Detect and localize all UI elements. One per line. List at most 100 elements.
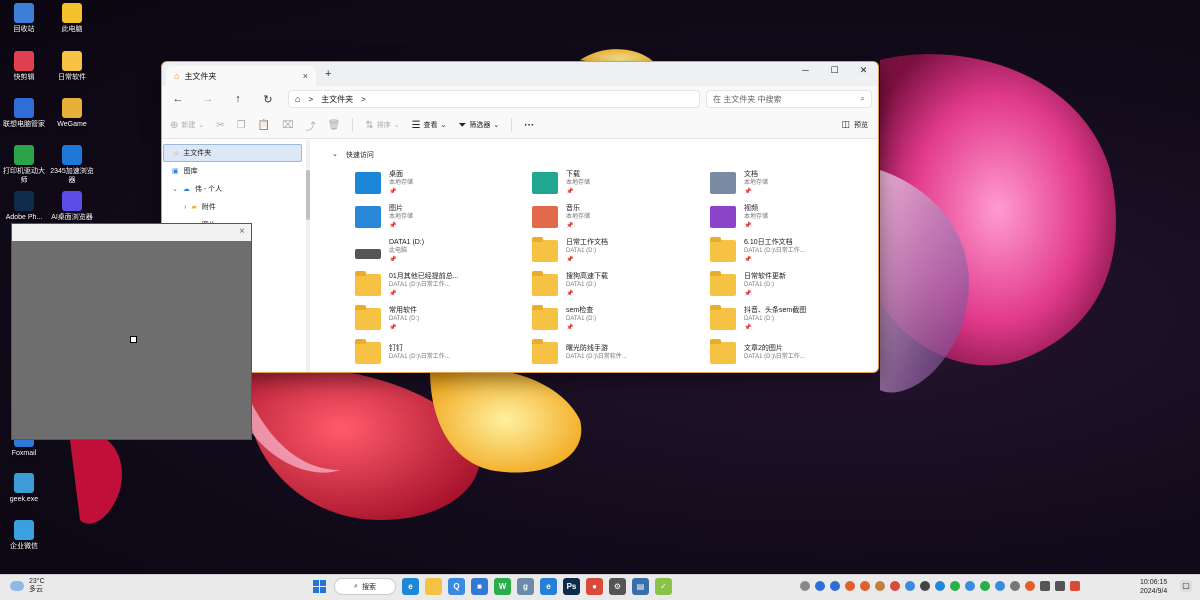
desktop-shortcut[interactable]: 联想电脑管家 <box>0 98 48 129</box>
chrome-icon[interactable]: ● <box>586 578 603 595</box>
close-tab-icon[interactable]: × <box>303 71 308 81</box>
blank-dialog-window[interactable]: × <box>11 223 252 440</box>
quick-access-item[interactable]: 曙光防线手游 DATA1 (D:)\日常软件... <box>532 338 692 368</box>
content-pane[interactable]: ⌄ 快速访问 桌面 本地存储 📌 下载 本地存储 📌 文档 本地存储 📌 图片 本地存储 📌 音乐 本地存… <box>310 140 878 372</box>
paste-button[interactable]: 📋 <box>258 120 270 131</box>
tray-icon[interactable] <box>830 581 840 591</box>
new-button[interactable]: ⊕ 新建 ⌄ <box>170 120 204 131</box>
rename-button[interactable]: ⌧ <box>282 120 294 131</box>
monitor-icon[interactable]: ▤ <box>632 578 649 595</box>
view-button[interactable]: ☰ 查看 ⌄ <box>412 120 447 131</box>
filter-button[interactable]: ⏷ 筛选器 ⌄ <box>458 120 499 131</box>
tray-icon[interactable] <box>995 581 1005 591</box>
maximize-button[interactable]: ☐ <box>820 62 849 78</box>
quick-access-item[interactable]: 常用软件 DATA1 (D:) 📌 <box>355 304 515 334</box>
quick-access-item[interactable]: 文章2的图片 DATA1 (D:)\日常工作... <box>710 338 870 368</box>
close-button[interactable]: ✕ <box>849 62 878 78</box>
back-button[interactable]: ← <box>170 93 186 105</box>
explorer-titlebar[interactable]: ⌂ 主文件夹 × + ─ ☐ ✕ <box>162 62 878 86</box>
file-explorer-window[interactable]: ⌂ 主文件夹 × + ─ ☐ ✕ ← → ↑ ↻ ⌂ > 主文件夹 > 在 主文… <box>161 61 879 373</box>
tray-icon[interactable] <box>815 581 825 591</box>
file-explorer-icon[interactable] <box>425 578 442 595</box>
tray-icon[interactable] <box>905 581 915 591</box>
browser-2345-icon[interactable]: e <box>540 578 557 595</box>
preview-button[interactable]: ◫ 预览 <box>841 119 868 130</box>
qq-browser-icon[interactable]: Q <box>448 578 465 595</box>
quick-access-header[interactable]: ⌄ 快速访问 <box>332 150 374 160</box>
sidebar-item[interactable]: ▣ 图库 <box>162 162 310 180</box>
desktop-shortcut[interactable]: 2345加速浏览器 <box>48 145 96 185</box>
quick-access-item[interactable]: 日常软件更新 DATA1 (D:) 📌 <box>710 270 870 300</box>
desktop-shortcut[interactable]: 日常软件 <box>48 51 96 82</box>
tab-home[interactable]: ⌂ 主文件夹 × <box>166 66 316 86</box>
quick-access-item[interactable]: 桌面 本地存储 📌 <box>355 168 515 198</box>
desktop-shortcut[interactable]: WeGame <box>48 98 96 129</box>
quick-access-item[interactable]: 6.10日工作文档 DATA1 (D:)\日常工作... 📌 <box>710 236 870 266</box>
volume-icon[interactable] <box>1055 581 1065 591</box>
tray-icon[interactable] <box>950 581 960 591</box>
tray-icon[interactable] <box>920 581 930 591</box>
new-tab-button[interactable]: + <box>325 68 331 80</box>
chevron-right-icon[interactable]: › <box>184 204 186 211</box>
quick-access-item[interactable]: 抖音、头条sem截图 DATA1 (D:) 📌 <box>710 304 870 334</box>
photoshop-icon[interactable]: Ps <box>563 578 580 595</box>
tray-icon[interactable] <box>965 581 975 591</box>
notes-icon[interactable]: ✓ <box>655 578 672 595</box>
quick-access-item[interactable]: 文档 本地存储 📌 <box>710 168 870 198</box>
desktop-shortcut[interactable]: 企业微信 <box>0 520 48 551</box>
quick-access-item[interactable]: 视频 本地存储 📌 <box>710 202 870 232</box>
sidebar-item[interactable]: ⌄ ☁ 伟 - 个人 <box>162 180 310 198</box>
quick-access-item[interactable]: 图片 本地存储 📌 <box>355 202 515 232</box>
search-input[interactable]: 在 主文件夹 中搜索 ⌕ <box>706 90 872 108</box>
up-button[interactable]: ↑ <box>230 93 246 105</box>
tray-icon[interactable] <box>890 581 900 591</box>
sidebar-item[interactable]: › ▰ 附件 <box>162 198 310 216</box>
minimize-button[interactable]: ─ <box>791 62 820 78</box>
tray-icon[interactable] <box>980 581 990 591</box>
edge-icon[interactable]: e <box>402 578 419 595</box>
breadcrumb-home[interactable]: 主文件夹 <box>321 94 353 105</box>
desktop-shortcut[interactable]: 回收站 <box>0 3 48 34</box>
sort-button[interactable]: ⇅ 排序 ⌄ <box>365 120 399 131</box>
clock[interactable]: 10:06:15 2024/9/4 <box>1140 578 1167 596</box>
tray-icon[interactable] <box>845 581 855 591</box>
tray-icon[interactable] <box>875 581 885 591</box>
quick-access-item[interactable]: 钉钉 DATA1 (D:)\日常工作... <box>355 338 515 368</box>
quick-access-item[interactable]: 下载 本地存储 📌 <box>532 168 692 198</box>
desktop-shortcut[interactable]: Adobe Ph... <box>0 191 48 222</box>
refresh-button[interactable]: ↻ <box>260 93 276 106</box>
wechat-icon[interactable]: W <box>494 578 511 595</box>
tray-icon[interactable] <box>800 581 810 591</box>
breadcrumb-chevron-icon[interactable]: > <box>361 95 366 104</box>
notification-icon[interactable]: ▢ <box>1180 580 1192 592</box>
quick-access-item[interactable]: sem检查 DATA1 (D:) 📌 <box>532 304 692 334</box>
desktop-shortcut[interactable]: AI桌面浏览器 <box>48 191 96 222</box>
copy-button[interactable]: ❐ <box>237 120 246 131</box>
weather-widget[interactable]: 23°C 多云 <box>8 578 45 594</box>
quick-access-item[interactable]: 日常工作文档 DATA1 (D:) 📌 <box>532 236 692 266</box>
desktop-shortcut[interactable]: 快剪辑 <box>0 51 48 82</box>
start-button[interactable] <box>311 578 328 595</box>
tray-icon[interactable] <box>1025 581 1035 591</box>
tray-icon[interactable] <box>860 581 870 591</box>
ime-icon[interactable] <box>1070 581 1080 591</box>
settings-icon[interactable]: ⚙ <box>609 578 626 595</box>
geek-icon[interactable]: g <box>517 578 534 595</box>
chevron-down-icon[interactable]: ⌄ <box>172 185 178 193</box>
delete-button[interactable]: 🗑 <box>328 120 341 131</box>
share-button[interactable]: ⤴ <box>306 118 316 133</box>
desktop-shortcut[interactable]: 打印机驱动大师 <box>0 145 48 185</box>
quick-access-item[interactable]: 音乐 本地存储 📌 <box>532 202 692 232</box>
quick-access-item[interactable]: 搜狗高速下载 DATA1 (D:) 📌 <box>532 270 692 300</box>
taskbar-search[interactable]: ⌕ 搜索 <box>334 578 396 595</box>
quick-access-item[interactable]: DATA1 (D:) 此电脑 📌 <box>355 236 515 266</box>
more-button[interactable]: ··· <box>524 120 534 131</box>
tray-icon[interactable] <box>935 581 945 591</box>
store-icon[interactable]: ■ <box>471 578 488 595</box>
dialog-titlebar[interactable]: × <box>12 224 251 241</box>
desktop-shortcut[interactable]: geek.exe <box>0 473 48 504</box>
quick-access-item[interactable]: 01月其他已经提前总... DATA1 (D:)\日常工作... 📌 <box>355 270 515 300</box>
address-bar[interactable]: ⌂ > 主文件夹 > <box>288 90 700 108</box>
cut-button[interactable]: ✂ <box>216 120 224 131</box>
sidebar-item[interactable]: ⌂ 主文件夹 <box>163 144 302 162</box>
